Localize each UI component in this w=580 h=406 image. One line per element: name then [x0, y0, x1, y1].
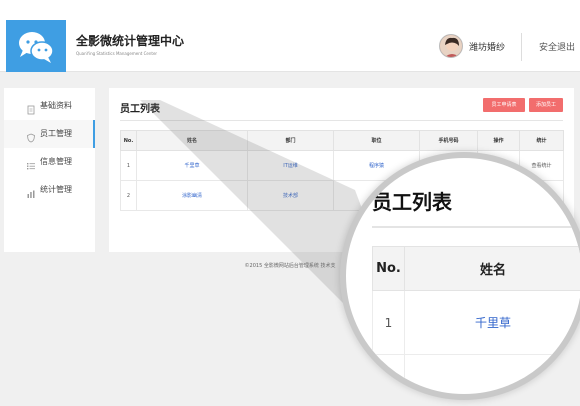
lens-staff-table: No. 姓名 1 千里草 — [372, 246, 580, 394]
lens-cell-name-link[interactable]: 千里草 — [403, 290, 580, 355]
lens-header-row: No. 姓名 — [372, 246, 580, 291]
lens-col-header-name: 姓名 — [403, 246, 580, 291]
lens-table-row: 1 千里草 — [372, 290, 580, 355]
magnifier-lens: 员工列表 No. 姓名 1 千里草 — [340, 152, 580, 400]
lens-col-header-no: No. — [372, 246, 405, 291]
lens-cell-no: 1 — [372, 290, 405, 355]
lens-table-row-empty — [372, 354, 580, 394]
lens-cell-empty — [372, 354, 405, 394]
lens-title-divider — [372, 226, 580, 228]
lens-page-title: 员工列表 — [372, 190, 452, 214]
lens-cell-empty — [403, 354, 580, 394]
